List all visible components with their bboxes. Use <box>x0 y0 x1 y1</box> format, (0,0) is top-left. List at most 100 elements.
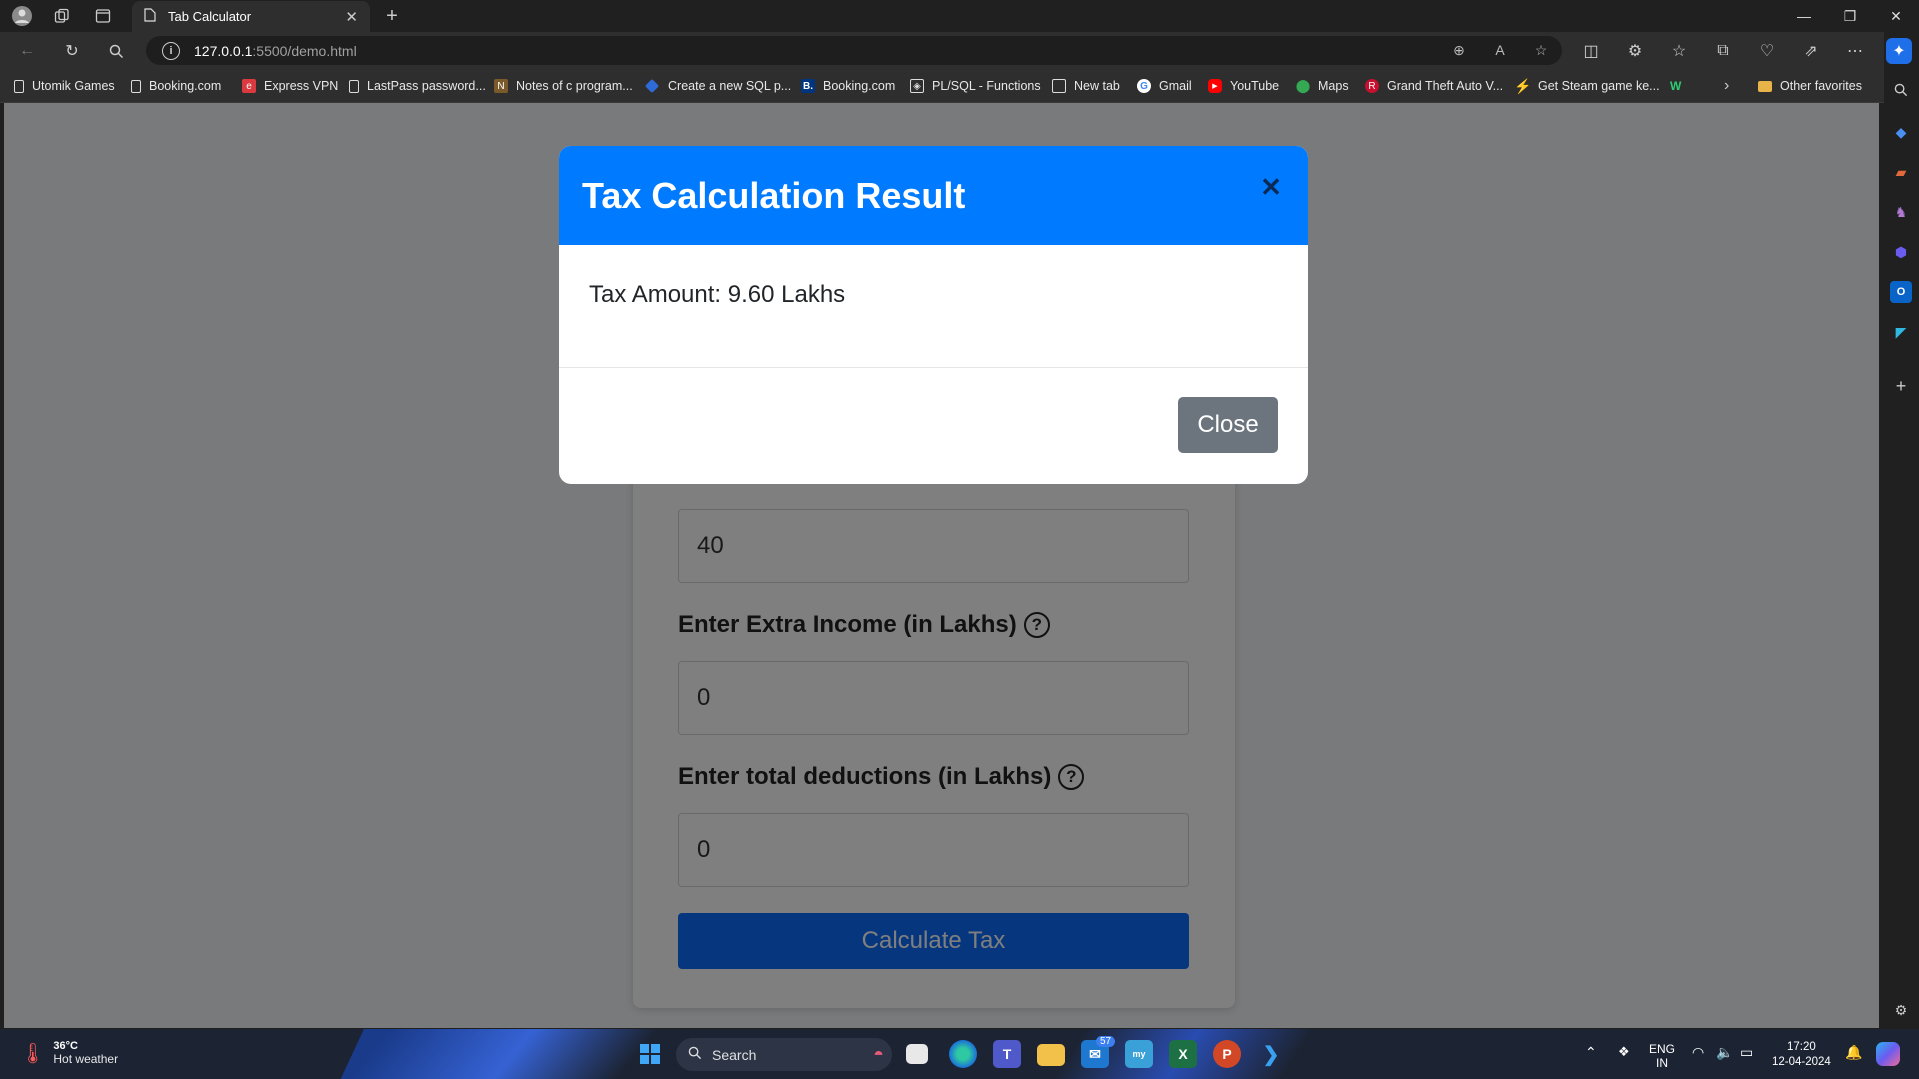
profile-icon[interactable] <box>10 4 34 28</box>
tray-chevron-icon[interactable]: ⌃ <box>1585 1044 1597 1061</box>
workspaces-icon[interactable] <box>50 4 74 28</box>
favorite-label: Create a new SQL p... <box>668 79 792 93</box>
close-button[interactable]: Close <box>1178 397 1278 453</box>
hp-app-icon[interactable]: my <box>1125 1040 1153 1068</box>
booking-icon: B. <box>801 79 815 93</box>
more-menu-icon[interactable]: ⋯ <box>1842 38 1868 64</box>
read-aloud-icon[interactable]: A <box>1488 38 1512 62</box>
favorite-notes[interactable]: N Notes of c program... <box>494 76 633 96</box>
address-bar[interactable]: i 127.0.0.1:5500/demo.html ⊕ A ☆ <box>146 36 1562 65</box>
battery-icon[interactable]: ▭ <box>1740 1044 1753 1061</box>
task-view-icon[interactable] <box>906 1044 928 1064</box>
favorite-label: Booking.com <box>149 79 222 93</box>
clock-date: 12-04-2024 <box>1772 1056 1831 1068</box>
favorite-label: New tab <box>1074 79 1120 93</box>
outlook-icon[interactable]: O <box>1890 281 1912 303</box>
modal-body: Tax Amount: 9.60 Lakhs <box>559 245 1308 368</box>
excel-icon[interactable]: X <box>1169 1040 1197 1068</box>
favorite-steam[interactable]: ⚡ Get Steam game ke... <box>1514 76 1659 96</box>
weather-temp: 36°C <box>53 1040 78 1052</box>
favorite-label: YouTube <box>1230 79 1280 93</box>
favorite-plsql[interactable]: ◈ PL/SQL - Functions <box>910 76 1041 96</box>
drop-icon[interactable]: ◤ <box>1890 321 1912 343</box>
favorite-booking-2[interactable]: B. Booking.com <box>801 76 895 96</box>
games-icon[interactable]: ♞ <box>1890 201 1912 223</box>
folder-icon <box>1758 80 1772 92</box>
favorite-gta[interactable]: R Grand Theft Auto V... <box>1365 76 1503 96</box>
restore-button[interactable]: ❐ <box>1827 0 1873 32</box>
favorite-expressvpn[interactable]: e Express VPN <box>242 76 338 96</box>
favorite-youtube[interactable]: ▶ YouTube <box>1208 76 1279 96</box>
tab-tax-calculator[interactable]: Tab Calculator ✕ <box>132 1 370 32</box>
page-icon <box>14 79 24 93</box>
extensions-icon[interactable]: ⚙ <box>1622 38 1648 64</box>
sidebar-search-icon[interactable] <box>1890 79 1912 101</box>
notes-icon: N <box>494 79 508 93</box>
vertical-tabs-icon[interactable] <box>91 4 115 28</box>
wifi-icon[interactable]: ◠ <box>1692 1044 1704 1061</box>
new-tab-button[interactable]: + <box>380 4 404 28</box>
windows-start-icon[interactable] <box>636 1040 664 1068</box>
favorite-sql[interactable]: Create a new SQL p... <box>644 76 792 96</box>
gta-icon: R <box>1365 79 1379 93</box>
weather-widget[interactable]: 🌡 36°C Hot weather <box>20 1040 118 1066</box>
favorite-maps[interactable]: ⬤ Maps <box>1296 76 1349 96</box>
browser-essentials-icon[interactable]: ♡ <box>1754 38 1780 64</box>
back-icon[interactable]: ← <box>14 38 40 64</box>
taskbar-search[interactable]: Search ◓ <box>676 1038 892 1071</box>
favorites-bar: Utomik Games Booking.com e Express VPN La… <box>0 69 1884 103</box>
notification-bell-icon[interactable]: 🔔 <box>1845 1044 1862 1061</box>
google-icon: G <box>1137 79 1151 93</box>
favorite-utomik[interactable]: Utomik Games <box>14 76 115 96</box>
modal-header: Tax Calculation Result ✕ <box>559 146 1308 245</box>
copilot-taskbar-icon[interactable] <box>1876 1042 1900 1066</box>
share-icon[interactable]: ⇗ <box>1798 38 1824 64</box>
copilot-app-icon[interactable]: ⬢ <box>1890 241 1912 263</box>
site-info-icon[interactable]: i <box>162 41 180 60</box>
favorite-label: Gmail <box>1159 79 1192 93</box>
zoom-icon[interactable]: ⊕ <box>1447 38 1471 62</box>
shopping-tag-icon[interactable]: ◆ <box>1890 121 1912 143</box>
search-icon[interactable] <box>103 38 129 64</box>
sidebar-settings-icon[interactable]: ⚙ <box>1890 999 1912 1021</box>
mail-badge: 57 <box>1096 1036 1116 1047</box>
tab-strip: Tab Calculator ✕ + — ❐ ✕ <box>0 0 1919 32</box>
dropbox-icon[interactable]: ❖ <box>1618 1044 1630 1060</box>
favorites-icon[interactable]: ☆ <box>1666 38 1692 64</box>
tools-icon[interactable]: ▰ <box>1890 161 1912 183</box>
language-indicator[interactable]: ENG IN <box>1649 1042 1675 1070</box>
volume-icon[interactable]: 🔈 <box>1716 1044 1733 1061</box>
favorite-booking-1[interactable]: Booking.com <box>131 76 221 96</box>
powerpoint-icon[interactable]: P <box>1213 1040 1241 1068</box>
teams-icon[interactable]: T <box>993 1040 1021 1068</box>
clock[interactable]: 17:20 12-04-2024 <box>1772 1040 1831 1070</box>
refresh-icon[interactable]: ↻ <box>59 38 85 64</box>
minimize-button[interactable]: — <box>1781 0 1827 32</box>
add-sidebar-app-icon[interactable]: + <box>1890 375 1912 397</box>
tax-amount-text: Tax Amount: 9.60 Lakhs <box>589 281 846 308</box>
favorite-lastpass[interactable]: LastPass password... <box>349 76 486 96</box>
edge-icon[interactable] <box>949 1040 977 1068</box>
clock-time: 17:20 <box>1787 1041 1816 1053</box>
favorite-newtab[interactable]: New tab <box>1052 76 1120 96</box>
url-path: :5500/demo.html <box>252 42 357 59</box>
favorite-label: Maps <box>1318 79 1349 93</box>
page-icon <box>349 79 359 93</box>
modal-close-icon[interactable]: ✕ <box>1256 172 1286 202</box>
vscode-icon[interactable]: ❯ <box>1257 1040 1285 1068</box>
search-placeholder: Search <box>712 1046 757 1063</box>
youtube-icon: ▶ <box>1208 79 1222 93</box>
other-favorites[interactable]: Other favorites <box>1758 76 1862 96</box>
tab-title: Tab Calculator <box>168 9 252 24</box>
split-screen-icon[interactable]: ◫ <box>1578 38 1604 64</box>
collections-icon[interactable]: ⧉ <box>1710 38 1736 64</box>
favorite-star-icon[interactable]: ☆ <box>1529 38 1553 62</box>
file-explorer-icon[interactable] <box>1037 1044 1065 1066</box>
favorite-overflow-icon[interactable]: W <box>1670 76 1681 96</box>
favorites-chevron-icon[interactable]: › <box>1724 76 1729 96</box>
favorite-gmail[interactable]: G Gmail <box>1137 76 1192 96</box>
search-highlight-icon: ◓ <box>873 1044 884 1064</box>
tab-close-icon[interactable]: ✕ <box>345 8 358 26</box>
close-window-button[interactable]: ✕ <box>1873 0 1919 32</box>
copilot-icon[interactable]: ✦ <box>1886 38 1912 64</box>
